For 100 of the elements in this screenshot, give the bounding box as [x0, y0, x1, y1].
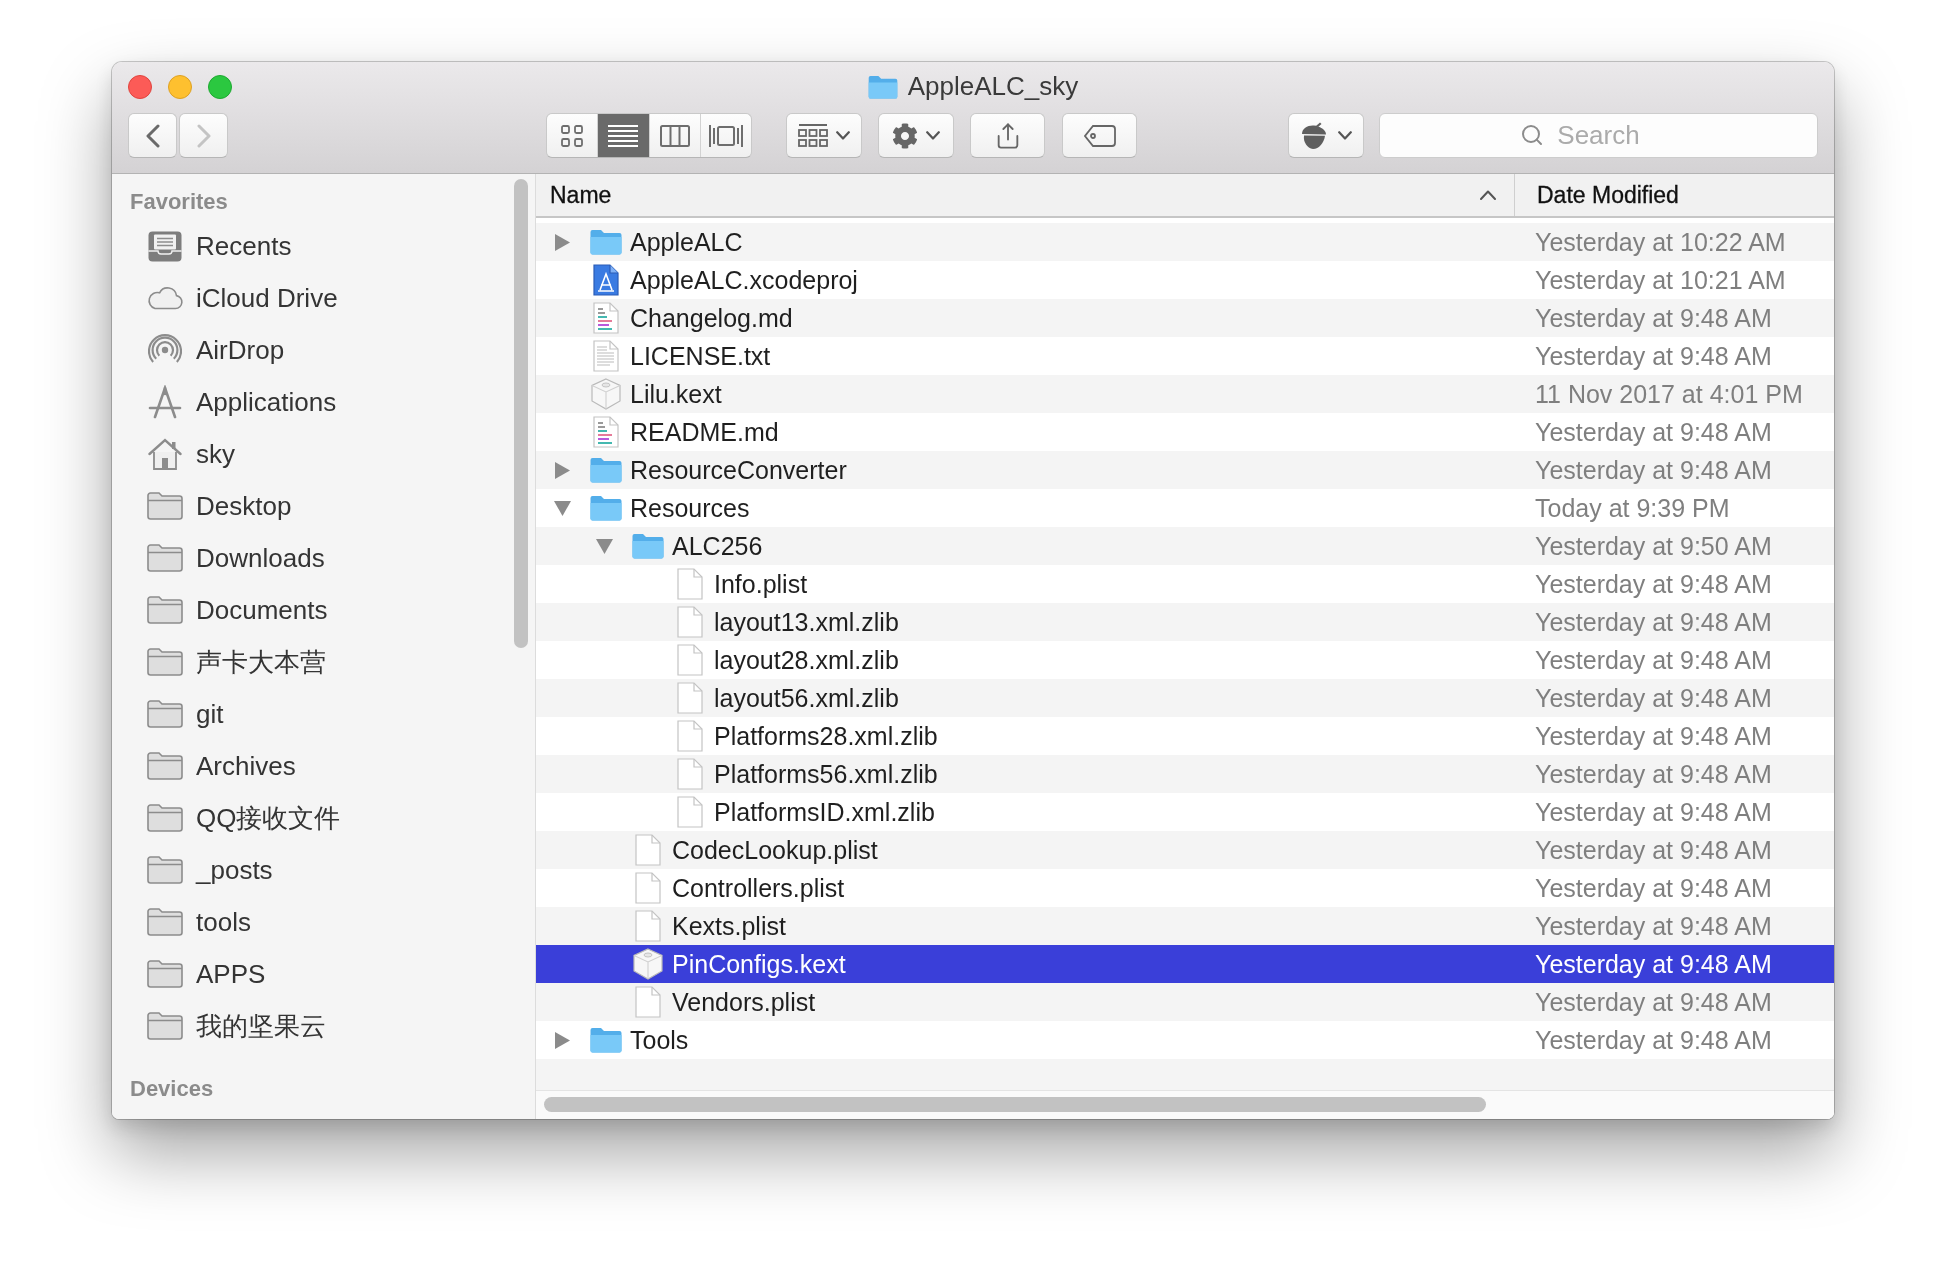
sidebar-item[interactable]: iCloud Drive [130, 272, 505, 324]
tray-icon [148, 230, 182, 262]
modified-date: Today at 9:39 PM [1535, 493, 1730, 523]
file-row[interactable]: LICENSE.txt Yesterday at 9:48 AM [536, 337, 1834, 375]
modified-date: Yesterday at 9:48 AM [1535, 417, 1772, 447]
group-button[interactable] [786, 113, 862, 158]
sidebar-item[interactable]: APPS [130, 948, 505, 1000]
file-name: Kexts.plist [672, 911, 786, 941]
file-name: Info.plist [714, 569, 808, 599]
file-name: Lilu.kext [630, 379, 722, 409]
file-row[interactable]: PlatformsID.xml.zlib Yesterday at 9:48 AM [536, 793, 1834, 831]
modified-date: Yesterday at 9:48 AM [1535, 1025, 1772, 1055]
document-icon [677, 568, 703, 600]
sidebar-heading: Favorites [130, 188, 228, 216]
document-icon [677, 682, 703, 714]
folder-icon [147, 908, 183, 936]
caret-icon [926, 131, 940, 140]
folder-icon [867, 74, 898, 99]
file-name: layout56.xml.zlib [714, 683, 899, 713]
tag-icon [1083, 124, 1116, 147]
folder-icon [590, 457, 622, 483]
file-row[interactable]: Tools Yesterday at 9:48 AM [536, 1021, 1834, 1059]
sidebar-scrollbar[interactable] [514, 179, 528, 648]
file-name: PinConfigs.kext [672, 949, 846, 979]
action-button[interactable] [878, 113, 954, 158]
sidebar-item[interactable]: QQ接收文件 [130, 792, 505, 844]
colored-lines-document-icon [593, 416, 619, 448]
window-title: AppleALC_sky [907, 71, 1079, 102]
file-row[interactable]: AppleALC.xcodeproj Yesterday at 10:21 AM [536, 261, 1834, 299]
column-header[interactable]: Date Modified [1515, 174, 1834, 216]
list-icon [608, 124, 639, 147]
folder-icon [147, 700, 183, 728]
sidebar-item[interactable]: 我的坚果云 [130, 1000, 505, 1052]
columns-icon [659, 124, 690, 147]
view-mode-button[interactable] [597, 114, 649, 157]
sidebar-item[interactable]: sky [130, 428, 505, 480]
modified-date: Yesterday at 9:48 AM [1535, 341, 1772, 371]
file-row[interactable]: Info.plist Yesterday at 9:48 AM [536, 565, 1834, 603]
sidebar-item[interactable]: Archives [130, 740, 505, 792]
modified-date: Yesterday at 9:48 AM [1535, 303, 1772, 333]
folder-icon [147, 1012, 183, 1040]
sidebar-item[interactable]: git [130, 688, 505, 740]
acorn-button[interactable] [1288, 113, 1364, 158]
folder-icon [147, 648, 183, 676]
disclosure-triangle-icon[interactable] [553, 500, 571, 516]
modified-date: Yesterday at 9:48 AM [1535, 873, 1772, 903]
file-name: Vendors.plist [672, 987, 816, 1017]
share-button[interactable] [970, 113, 1045, 158]
sidebar-item[interactable]: AirDrop [130, 324, 505, 376]
file-name: AppleALC.xcodeproj [630, 265, 858, 295]
file-name: PlatformsID.xml.zlib [714, 797, 935, 827]
close-button[interactable] [128, 74, 152, 99]
folder-icon [147, 544, 183, 572]
file-name: layout13.xml.zlib [714, 607, 899, 637]
file-row[interactable]: layout28.xml.zlib Yesterday at 9:48 AM [536, 641, 1834, 679]
sidebar-item[interactable]: Applications [130, 376, 505, 428]
sidebar-item[interactable]: Recents [130, 220, 505, 272]
modified-date: 11 Nov 2017 at 4:01 PM [1535, 379, 1803, 409]
file-row[interactable]: Controllers.plist Yesterday at 9:48 AM [536, 869, 1834, 907]
file-row[interactable]: PinConfigs.kext Yesterday at 9:48 AM [536, 945, 1834, 983]
file-row[interactable]: Resources Today at 9:39 PM [536, 489, 1834, 527]
folder-icon [147, 804, 183, 832]
app-document-icon [593, 264, 619, 296]
grid-icon [561, 124, 584, 147]
disclosure-triangle-icon[interactable] [554, 233, 570, 251]
modified-date: Yesterday at 9:48 AM [1535, 569, 1772, 599]
file-row[interactable]: Platforms28.xml.zlib Yesterday at 9:48 AM [536, 717, 1834, 755]
file-name: Platforms56.xml.zlib [714, 759, 938, 789]
sidebar-item[interactable]: Downloads [130, 532, 505, 584]
modified-date: Yesterday at 9:48 AM [1535, 645, 1772, 675]
folder-icon [147, 752, 183, 780]
disclosure-triangle-icon[interactable] [554, 1031, 570, 1049]
folder-icon [147, 596, 183, 624]
file-name: AppleALC [630, 227, 743, 257]
modified-date: Yesterday at 9:48 AM [1535, 607, 1772, 637]
tag-button[interactable] [1062, 113, 1137, 158]
horizontal-scrollbar[interactable] [544, 1097, 1486, 1112]
modified-date: Yesterday at 10:22 AM [1535, 227, 1786, 257]
document-icon [677, 796, 703, 828]
modified-date: Yesterday at 9:48 AM [1535, 835, 1772, 865]
file-row[interactable]: README.md Yesterday at 9:48 AM [536, 413, 1834, 451]
sidebar-item[interactable]: 声卡大本营 [130, 636, 505, 688]
sidebar-item[interactable]: Desktop [130, 480, 505, 532]
column-header[interactable]: Name [536, 174, 1515, 216]
modified-date: Yesterday at 9:50 AM [1535, 531, 1772, 561]
search-field[interactable]: Search [1379, 113, 1818, 158]
view-switcher[interactable] [546, 113, 752, 158]
disclosure-triangle-icon[interactable] [554, 461, 570, 479]
folder-icon [590, 1027, 622, 1053]
sidebar-item[interactable]: tools [130, 896, 505, 948]
search-icon [1520, 123, 1544, 147]
drafting-tools-icon [148, 385, 182, 419]
back-button[interactable] [128, 113, 177, 158]
caret-icon [836, 131, 850, 140]
sidebar-item[interactable]: _posts [130, 844, 505, 896]
document-icon [635, 834, 661, 866]
house-icon [148, 438, 182, 470]
disclosure-triangle-icon[interactable] [595, 538, 613, 554]
sidebar-item[interactable]: Documents [130, 584, 505, 636]
colored-lines-document-icon [593, 302, 619, 334]
